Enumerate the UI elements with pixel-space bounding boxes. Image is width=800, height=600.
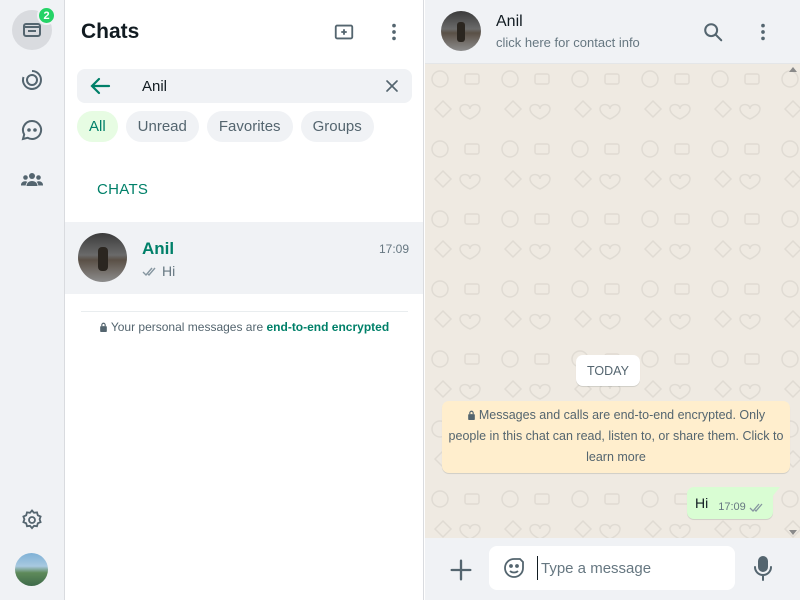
encryption-note: Your personal messages are end-to-end en… — [65, 320, 423, 334]
system-message-text: Messages and calls are end-to-end encryp… — [448, 408, 784, 464]
scroll-down-arrow[interactable] — [789, 530, 797, 535]
filter-chip-unread[interactable]: Unread — [125, 111, 199, 142]
chats-nav-button[interactable]: 2 — [12, 6, 56, 50]
sticker-icon[interactable] — [502, 556, 526, 580]
chat-name: Anil — [142, 239, 175, 258]
message-composer — [425, 538, 800, 600]
profile-avatar[interactable] — [15, 553, 48, 586]
conversation-menu-button[interactable] — [745, 14, 781, 50]
double-check-icon — [142, 267, 156, 276]
clear-search-icon[interactable] — [382, 76, 402, 96]
communities-nav-button[interactable] — [12, 160, 52, 200]
search-icon — [704, 23, 723, 42]
message-time: 17:09 — [718, 501, 746, 513]
status-nav-button[interactable] — [12, 60, 52, 100]
chat-list-menu-button[interactable] — [376, 14, 412, 50]
outgoing-message[interactable]: Hi 17:09 — [687, 487, 780, 519]
message-text: Hi — [695, 495, 709, 511]
status-icon — [22, 70, 42, 90]
contact-name[interactable]: Anil — [496, 13, 523, 31]
search-bar[interactable]: Anil — [77, 69, 412, 103]
divider — [81, 311, 408, 312]
encryption-note-link[interactable]: end-to-end encrypted — [266, 320, 389, 334]
new-chat-button[interactable] — [326, 14, 362, 50]
message-input-wrapper[interactable] — [489, 546, 735, 590]
filter-chips: All Unread Favorites Groups — [77, 111, 374, 142]
contact-avatar[interactable] — [441, 11, 481, 51]
encryption-system-message[interactable]: Messages and calls are end-to-end encryp… — [442, 401, 790, 473]
contact-info-link[interactable]: click here for contact info — [496, 35, 640, 50]
unread-badge: 2 — [37, 6, 56, 25]
channels-icon — [21, 119, 43, 141]
microphone-icon[interactable] — [751, 555, 775, 581]
channels-nav-button[interactable] — [12, 110, 52, 150]
chat-time: 17:09 — [378, 242, 409, 256]
encryption-note-text: Your personal messages are — [110, 320, 267, 334]
settings-nav-button[interactable] — [12, 500, 52, 540]
vertical-dots-icon — [392, 23, 396, 41]
conversation-panel: Anil click here for contact info TODAY M… — [425, 0, 800, 600]
chat-preview: Hi — [142, 263, 175, 279]
date-divider: TODAY — [576, 355, 640, 386]
scroll-up-arrow[interactable] — [789, 67, 797, 72]
section-label: CHATS — [97, 181, 149, 198]
chat-preview-text: Hi — [162, 263, 176, 279]
filter-chip-favorites[interactable]: Favorites — [206, 111, 293, 142]
chat-list-panel: Chats Anil All Unread Favorites Groups C… — [65, 0, 424, 600]
search-input[interactable]: Anil — [142, 78, 167, 95]
communities-icon — [21, 173, 43, 186]
chat-avatar — [78, 233, 127, 282]
lock-icon — [468, 410, 475, 420]
new-chat-icon — [334, 24, 354, 40]
filter-chip-groups[interactable]: Groups — [300, 111, 374, 142]
vertical-dots-icon — [761, 23, 765, 41]
settings-icon — [22, 509, 42, 530]
message-area[interactable]: TODAY Messages and calls are end-to-end … — [425, 64, 800, 538]
conversation-header[interactable]: Anil click here for contact info — [425, 0, 800, 64]
lock-icon — [99, 322, 107, 332]
back-arrow-icon[interactable] — [89, 74, 113, 98]
chat-list-title: Chats — [81, 20, 140, 43]
chat-list-item[interactable]: Anil 17:09 Hi — [65, 222, 423, 294]
search-in-chat-button[interactable] — [695, 14, 731, 50]
attach-plus-icon[interactable] — [447, 556, 475, 584]
double-check-icon — [749, 503, 763, 512]
filter-chip-all[interactable]: All — [77, 111, 118, 142]
message-input[interactable] — [537, 556, 722, 580]
nav-rail: 2 — [0, 0, 65, 600]
